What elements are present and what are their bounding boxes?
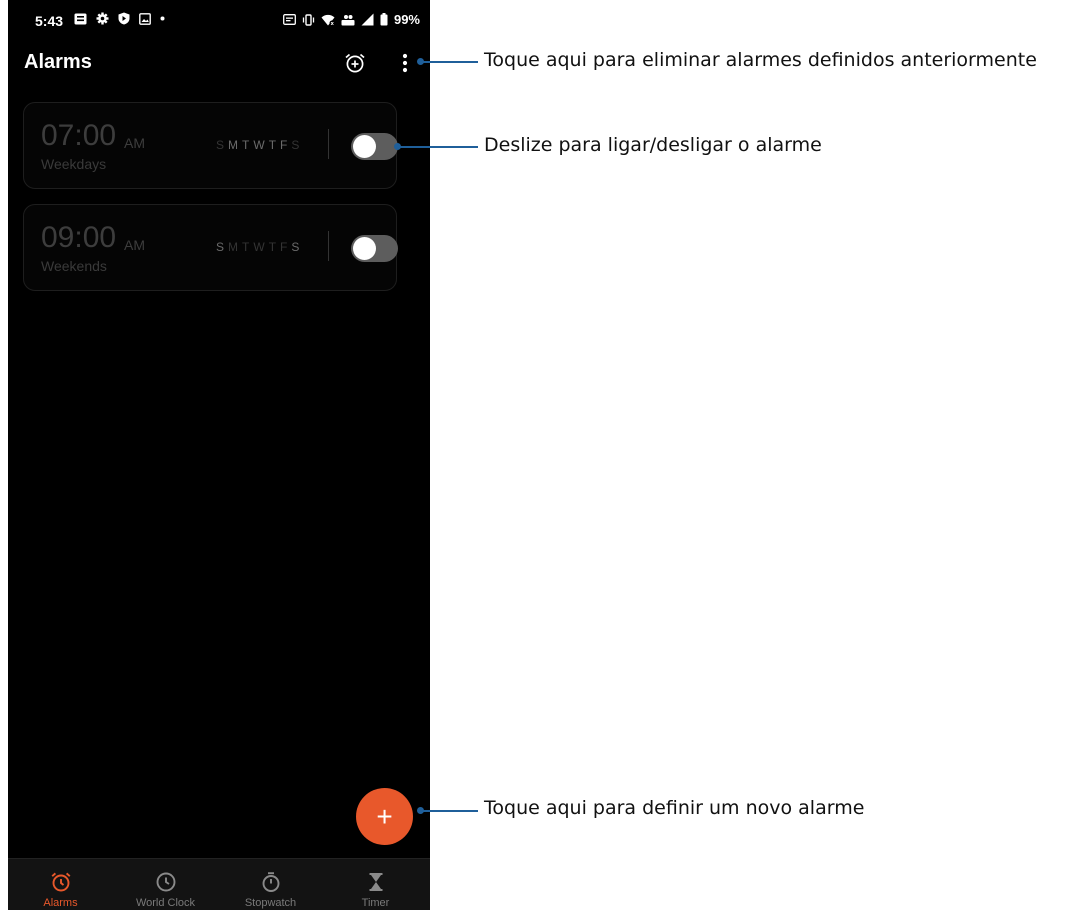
plus-icon: + <box>376 800 393 832</box>
alarm-label: Weekdays <box>41 156 107 172</box>
callout-leader <box>421 61 478 63</box>
callout-leader <box>398 146 478 148</box>
vibrate-icon <box>302 13 315 26</box>
toggle-knob <box>353 237 376 260</box>
divider <box>328 129 329 159</box>
tab-label: World Clock <box>135 897 196 909</box>
day-sun: S <box>216 240 225 254</box>
stopwatch-icon <box>262 872 279 892</box>
alarm-icon <box>51 872 70 892</box>
alarm-toggle[interactable] <box>351 235 398 262</box>
signal-icon <box>361 13 374 26</box>
system-icons: x 99% <box>283 12 420 27</box>
alarm-time: 07:00 <box>41 119 117 152</box>
day-wed: W <box>253 138 265 152</box>
image-icon <box>139 12 151 25</box>
alarm-add-icon <box>345 53 365 73</box>
message-icon <box>74 13 87 24</box>
day-fri: F <box>280 240 288 254</box>
more-vert-icon <box>402 53 408 73</box>
day-fri: F <box>280 138 288 152</box>
tab-alarms[interactable]: Alarms <box>8 859 113 910</box>
alarm-days: S M T W T F S <box>216 138 299 152</box>
alarm-toggle[interactable] <box>351 133 398 160</box>
callout-leader <box>421 810 478 812</box>
tab-world-clock[interactable]: World Clock <box>113 859 218 910</box>
toggle-knob <box>353 135 376 158</box>
bedtime-alarm-button[interactable] <box>342 50 368 76</box>
menu-callout: Toque aqui para eliminar alarmes definid… <box>484 49 1037 71</box>
settings-icon <box>96 12 109 25</box>
hourglass-icon <box>369 873 382 891</box>
clock-icon <box>156 872 175 892</box>
alarm-ampm: AM <box>124 135 145 151</box>
battery-icon <box>380 13 388 26</box>
battery-percent: 99% <box>393 12 420 27</box>
day-mon: M <box>228 138 239 152</box>
day-wed: W <box>253 240 265 254</box>
toggle-callout: Deslize para ligar/desligar o alarme <box>484 134 822 156</box>
tab-timer[interactable]: Timer <box>323 859 428 910</box>
volte-icon <box>341 14 355 25</box>
day-sat: S <box>291 240 300 254</box>
day-tue: T <box>242 138 250 152</box>
wifi-icon: x <box>321 14 335 26</box>
status-bar: 5:43 x 99% <box>8 0 430 40</box>
day-tue: T <box>242 240 250 254</box>
alarm-card[interactable]: 07:00 AM Weekdays S M T W T F S <box>23 102 398 189</box>
day-thu: T <box>268 138 277 152</box>
alarm-label: Weekends <box>41 258 107 274</box>
shield-icon <box>118 12 130 25</box>
alarm-card[interactable]: 09:00 AM Weekends S M T W T F S <box>23 204 398 291</box>
page-title: Alarms <box>24 51 92 73</box>
divider <box>328 231 329 261</box>
nfc-icon <box>283 14 296 25</box>
tab-stopwatch[interactable]: Stopwatch <box>218 859 323 910</box>
bottom-navigation: Alarms World Clock Stopwatch Timer <box>8 858 430 910</box>
notification-icons <box>74 12 165 25</box>
alarm-days: S M T W T F S <box>216 240 299 254</box>
day-thu: T <box>268 240 277 254</box>
dot-icon <box>160 16 165 21</box>
add-alarm-button[interactable]: + <box>356 788 413 845</box>
day-sat: S <box>291 138 300 152</box>
tab-label: Alarms <box>43 897 78 909</box>
day-sun: S <box>216 138 225 152</box>
more-options-button[interactable] <box>392 50 418 76</box>
alarm-time: 09:00 <box>41 221 117 254</box>
alarm-ampm: AM <box>124 237 145 253</box>
phone-screen: 5:43 x 99% Alarms 07:00 AM Weekdays S M … <box>8 0 430 910</box>
tab-label: Stopwatch <box>244 897 297 909</box>
fab-callout: Toque aqui para definir um novo alarme <box>484 797 865 819</box>
tab-label: Timer <box>361 897 390 909</box>
day-mon: M <box>228 240 239 254</box>
status-time: 5:43 <box>35 13 64 29</box>
